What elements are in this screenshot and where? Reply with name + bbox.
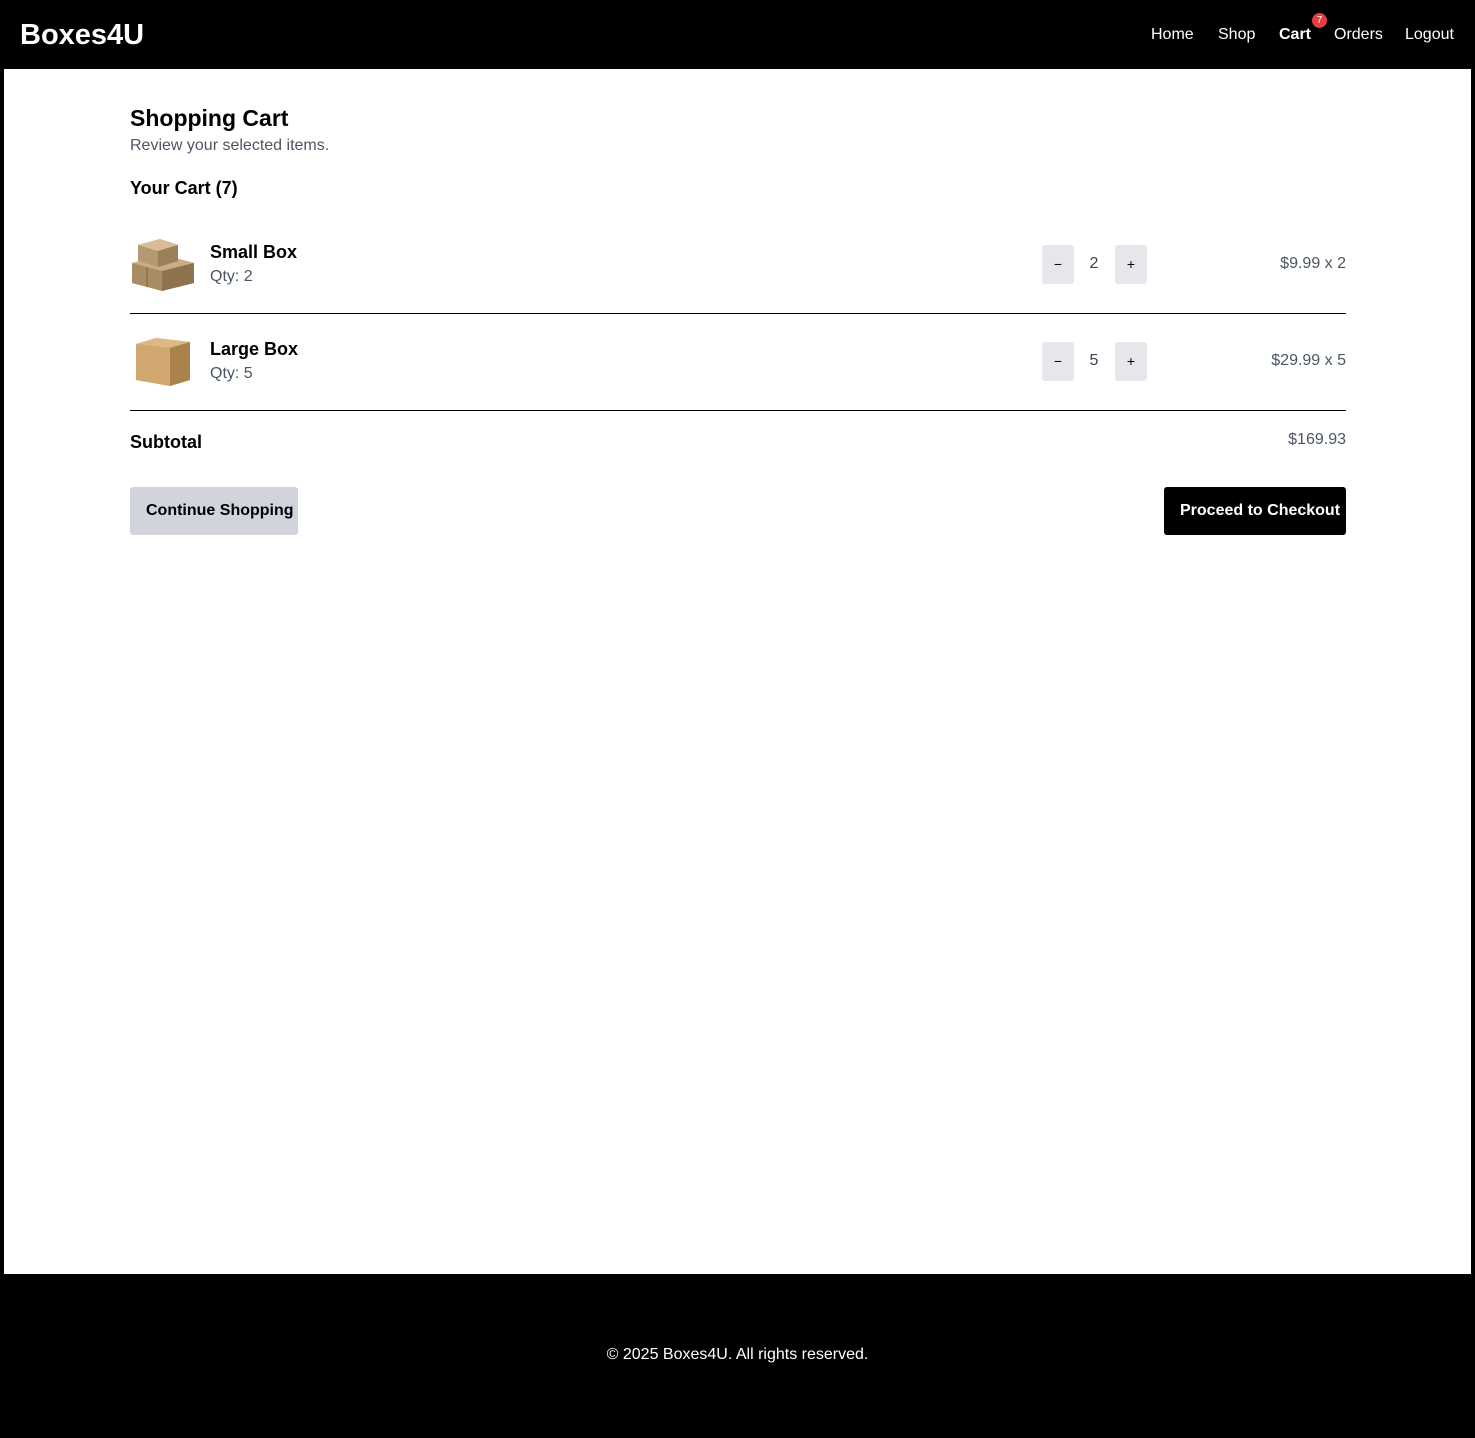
footer-copyright: © 2025 Boxes4U. All rights reserved. [606,1346,869,1363]
page-frame: Boxes4U Home Shop Cart 7 Orders Logout S… [4,2,1471,1434]
item-name[interactable]: Large Box [210,338,298,360]
page-title: Shopping Cart [130,105,289,131]
cart-count-badge: 7 [1312,13,1327,28]
proceed-to-checkout-button[interactable]: Proceed to Checkout [1164,487,1346,535]
line-price: $29.99 x 5 [1271,352,1346,369]
decrease-qty-button[interactable]: − [1042,342,1074,381]
decrease-qty-button[interactable]: − [1042,245,1074,284]
cart-heading: Your Cart (7) [130,178,238,198]
subtotal-label: Subtotal [130,432,202,452]
brand-logo[interactable]: Boxes4U [20,18,144,52]
subtotal-value: $169.93 [1288,431,1346,448]
line-price: $9.99 x 2 [1280,255,1346,272]
nav-logout[interactable]: Logout [1405,25,1454,45]
nav-shop[interactable]: Shop [1218,25,1255,45]
item-qty-label: Qty: 2 [210,268,253,285]
continue-shopping-button[interactable]: Continue Shopping [130,487,298,535]
cart-row: Large Box Qty: 5 − 5 + $29.99 x 5 [130,314,1346,411]
stacked-boxes-image [132,239,194,291]
nav-orders[interactable]: Orders [1334,25,1383,45]
page-subtitle: Review your selected items. [130,137,330,154]
footer: © 2025 Boxes4U. All rights reserved. [4,1274,1471,1434]
item-qty-label: Qty: 5 [210,365,253,382]
increase-qty-button[interactable]: + [1115,342,1147,381]
cart-row: Small Box Qty: 2 − 2 + $9.99 x 2 [130,217,1346,314]
qty-value: 2 [1089,255,1099,272]
single-box-image [136,338,190,386]
increase-qty-button[interactable]: + [1115,245,1147,284]
nav-cart[interactable]: Cart [1279,25,1311,45]
nav-home[interactable]: Home [1151,25,1194,45]
navbar: Boxes4U Home Shop Cart 7 Orders Logout [4,2,1471,69]
qty-value: 5 [1089,352,1099,369]
item-name[interactable]: Small Box [210,241,297,263]
